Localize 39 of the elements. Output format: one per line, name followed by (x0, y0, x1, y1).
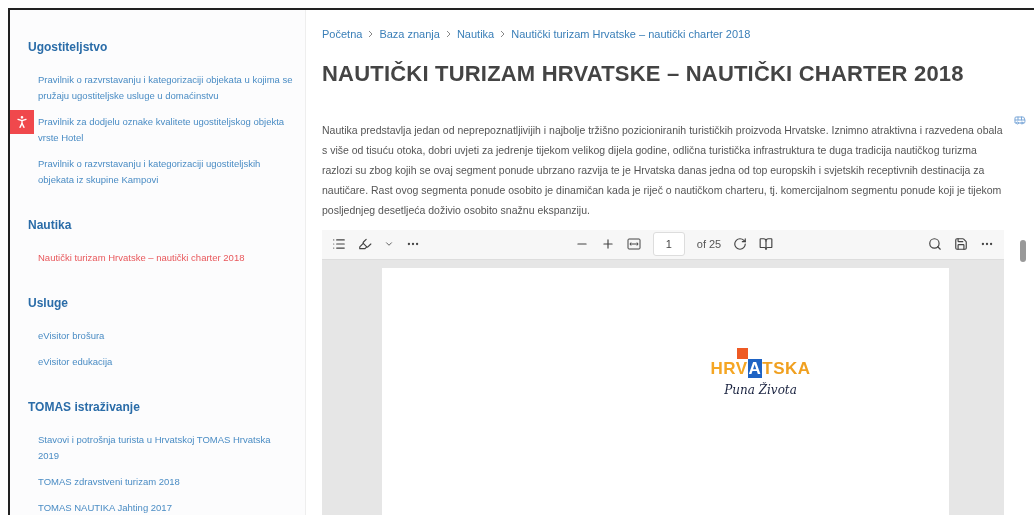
chevron-icon[interactable] (384, 239, 394, 249)
sidebar-link[interactable]: Nautički turizam Hrvatske – nautički charter 2018 (38, 250, 293, 266)
page-number-field[interactable]: 1 (652, 232, 685, 256)
breadcrumb-link[interactable]: Baza znanja (379, 26, 440, 43)
sidebar-link[interactable]: Pravilnik o razvrstavanju i kategorizaciji objekata u kojima se pružaju ugostiteljske usluge u domaćinstvu (38, 72, 293, 104)
search-icon[interactable] (928, 237, 942, 251)
chevron-icon (368, 30, 374, 39)
logo-wordmark: HRVATSKA (710, 347, 811, 381)
section-heading: TOMAS istraživanje (28, 399, 141, 416)
chevron-icon (445, 30, 451, 39)
intro-paragraph: Nautika predstavlja jedan od neprepoznatljivijih i najbolje tržišno pozicioniranih turističkih proizvoda Hrvatske. Iznimno atraktivna i razvedena obala s više od tisuću otoka, dobri uvjeti za jedrenje tijekom velikog dijela godine, odlična turistička infrastruktura te duga tradicija nautičkog turizma razlozi su zbog kojih se ovaj segment ponude ubrzano razvija te je Hrvatska danas jedna od top europskih i svjetskih receptivnih destinacija za nautičare. Rast ovog segmenta ponude osobito je dinamičan kada je riječ o nautičkom charteru, tj. komercijalnom segmentu ponude koji je tijekom posljednjeg desetljeća doživio osobito snažnu ekspanziju. (322, 122, 1004, 218)
bus-icon (1014, 113, 1026, 126)
chevron-icon (500, 30, 506, 39)
page-title: NAUTIČKI TURIZAM HRVATSKE – NAUTIČKI CHARTER 2018 (322, 59, 965, 88)
section-heading: Nautika (28, 217, 73, 234)
logo-tagline: Puna Života (724, 381, 797, 399)
section-heading: Usluge (28, 295, 69, 312)
sidebar-link[interactable]: Pravilnik za dodjelu oznake kvalitete ugostiteljskog objekta vrste Hotel (38, 114, 293, 146)
sidebar-link[interactable]: Pravilnik o razvrstavanju i kategorizaciji ugostiteljskih objekata iz skupine Kampovi (38, 156, 293, 188)
page-view-icon[interactable] (759, 237, 774, 251)
list-icon[interactable] (332, 237, 346, 251)
highlighter-icon[interactable] (358, 237, 372, 251)
section-heading: Ugostiteljstvo (28, 39, 109, 56)
breadcrumb-link[interactable]: Nautički turizam Hrvatske – nautički charter 2018 (511, 26, 751, 43)
accessibility-button[interactable] (10, 110, 34, 134)
sidebar-link[interactable]: TOMAS zdravstveni turizam 2018 (38, 474, 293, 490)
breadcrumb-link[interactable]: Početna (322, 26, 363, 43)
rotate-icon[interactable] (733, 237, 748, 251)
fit-width-icon[interactable] (626, 238, 641, 250)
sidebar-link[interactable]: TOMAS NAUTIKA Jahting 2017 (38, 500, 293, 515)
sidebar-link[interactable]: Stavovi i potrošnja turista u Hrvatskoj TOMAS Hrvatska 2019 (38, 432, 293, 464)
scrollbar-thumb[interactable] (1020, 239, 1026, 262)
accessibility-icon (14, 114, 30, 130)
breadcrumb-link[interactable]: Nautika (456, 26, 495, 43)
sidebar-link[interactable]: eVisitor edukacija (38, 354, 293, 370)
page-count: of 25 (696, 236, 722, 252)
sidebar-link[interactable]: eVisitor brošura (38, 328, 293, 344)
save-icon[interactable] (954, 237, 968, 251)
zoom-in-icon[interactable] (600, 237, 615, 251)
